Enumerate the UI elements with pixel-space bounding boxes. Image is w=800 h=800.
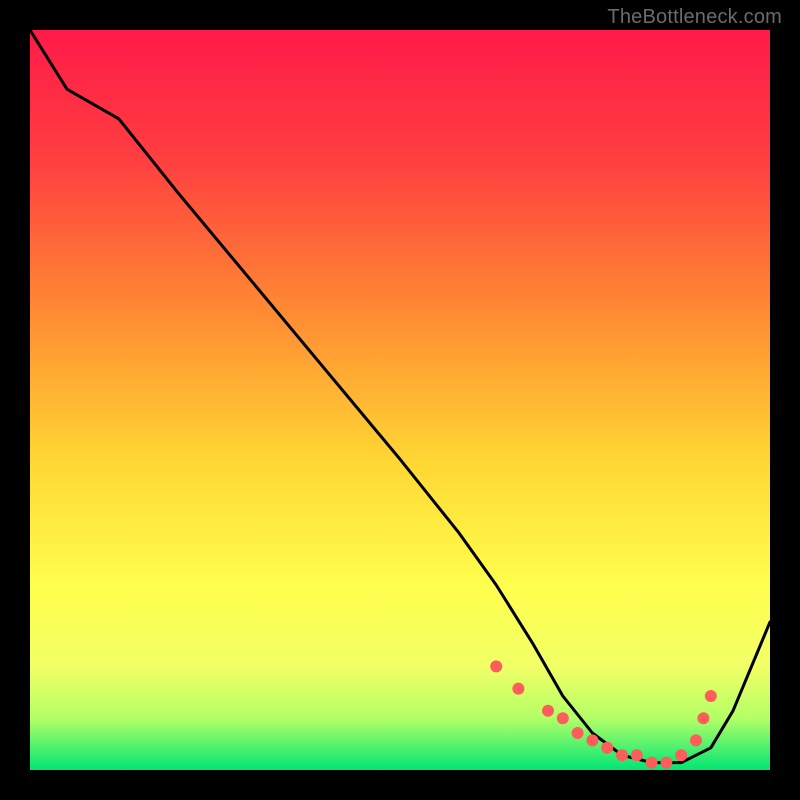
highlight-dot	[631, 749, 643, 761]
highlight-dot	[697, 712, 709, 724]
highlight-dot	[572, 727, 584, 739]
highlight-dot	[601, 742, 613, 754]
highlight-dot	[616, 749, 628, 761]
highlight-dot	[542, 705, 554, 717]
gradient-background	[30, 30, 770, 770]
highlight-dot	[690, 734, 702, 746]
highlight-dot	[586, 734, 598, 746]
highlight-dot	[646, 757, 658, 769]
plot-area	[30, 30, 770, 770]
highlight-dot	[660, 757, 672, 769]
chart-svg	[30, 30, 770, 770]
highlight-dot	[675, 749, 687, 761]
highlight-dot	[512, 683, 524, 695]
highlight-dot	[490, 660, 502, 672]
chart-frame: TheBottleneck.com	[0, 0, 800, 800]
watermark-label: TheBottleneck.com	[607, 6, 782, 29]
highlight-dot	[557, 712, 569, 724]
highlight-dot	[705, 690, 717, 702]
